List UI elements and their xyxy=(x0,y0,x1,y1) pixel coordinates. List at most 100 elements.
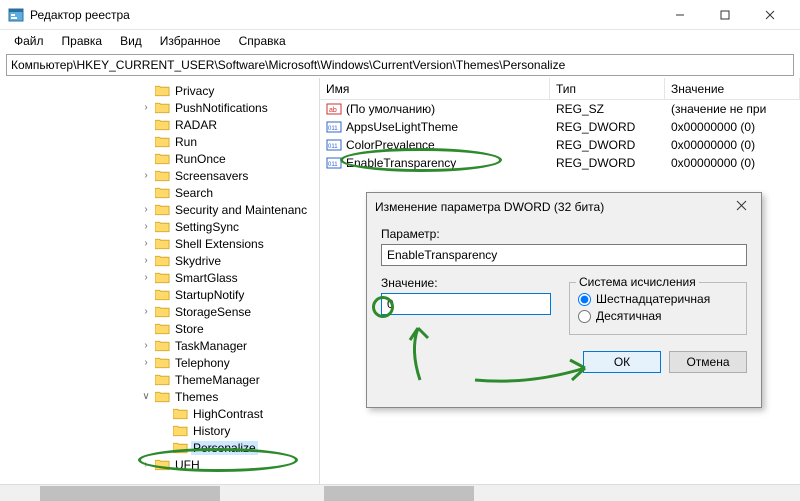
tree-item[interactable]: › Telephony xyxy=(0,354,319,371)
tree-label: Privacy xyxy=(173,84,216,98)
col-header-type[interactable]: Тип xyxy=(550,78,665,99)
tree-label: SmartGlass xyxy=(173,271,240,285)
list-row[interactable]: 011 AppsUseLightTheme REG_DWORD0x00000000 … xyxy=(320,118,800,136)
tree-item[interactable]: Personalize xyxy=(0,439,319,456)
row-name: (По умолчанию) xyxy=(346,102,435,116)
address-bar[interactable]: Компьютер\HKEY_CURRENT_USER\Software\Mic… xyxy=(6,54,794,76)
expander-icon[interactable]: › xyxy=(140,102,152,113)
tree-label: Screensavers xyxy=(173,169,250,183)
col-header-name[interactable]: Имя xyxy=(320,78,550,99)
tree-hscroll[interactable] xyxy=(0,484,320,501)
expander-icon[interactable]: › xyxy=(140,255,152,266)
row-value: 0x00000000 (0) xyxy=(665,120,800,134)
row-name: AppsUseLightTheme xyxy=(346,120,458,134)
expander-icon[interactable]: › xyxy=(140,238,152,249)
expander-icon[interactable]: › xyxy=(140,170,152,181)
tree-item[interactable]: › SmartGlass xyxy=(0,269,319,286)
tree-item[interactable]: › SettingSync xyxy=(0,218,319,235)
cancel-button[interactable]: Отмена xyxy=(669,351,747,373)
col-header-value[interactable]: Значение xyxy=(665,78,800,99)
tree-item[interactable]: ∨Themes xyxy=(0,388,319,405)
tree-label: Store xyxy=(173,322,206,336)
radix-dec-radio[interactable] xyxy=(578,310,591,323)
tree-item[interactable]: › PushNotifications xyxy=(0,99,319,116)
tree-item[interactable]: › Shell Extensions xyxy=(0,235,319,252)
value-input[interactable] xyxy=(381,293,551,315)
close-button[interactable] xyxy=(747,0,792,30)
list-row[interactable]: 011 ColorPrevalence REG_DWORD0x00000000 (0… xyxy=(320,136,800,154)
expander-icon[interactable]: › xyxy=(140,221,152,232)
tree-item[interactable]: RunOnce xyxy=(0,150,319,167)
row-name: EnableTransparency xyxy=(346,156,456,170)
radix-label: Система исчисления xyxy=(576,275,699,289)
svg-text:ab: ab xyxy=(329,107,337,114)
tree-item[interactable]: › UFH xyxy=(0,456,319,473)
radix-hex-row[interactable]: Шестнадцатеричная xyxy=(578,292,738,306)
tree-label: RunOnce xyxy=(173,152,228,166)
radix-dec-row[interactable]: Десятичная xyxy=(578,309,738,323)
ok-button[interactable]: ОК xyxy=(583,351,661,373)
menu-favorites[interactable]: Избранное xyxy=(152,32,229,50)
list-row[interactable]: 011EnableTransparencyREG_DWORD0x00000000… xyxy=(320,154,800,172)
tree-item[interactable]: Search xyxy=(0,184,319,201)
menu-view[interactable]: Вид xyxy=(112,32,150,50)
tree-item[interactable]: ›Security and Maintenanc xyxy=(0,201,319,218)
row-value: 0x00000000 (0) xyxy=(665,138,800,152)
row-type: REG_DWORD xyxy=(550,156,665,170)
expander-icon[interactable]: › xyxy=(140,204,152,215)
tree-label: PushNotifications xyxy=(173,101,270,115)
tree-item[interactable]: › Screensavers xyxy=(0,167,319,184)
radix-dec-label: Десятичная xyxy=(596,309,662,323)
tree-label: SettingSync xyxy=(173,220,241,234)
tree-item[interactable]: Run xyxy=(0,133,319,150)
tree-label: Skydrive xyxy=(173,254,223,268)
svg-text:011: 011 xyxy=(328,126,338,132)
row-type: REG_DWORD xyxy=(550,120,665,134)
tree-label: History xyxy=(191,424,232,438)
tree-pane[interactable]: Privacy › PushNotificationsRADARRun RunOnce… xyxy=(0,78,320,501)
list-row[interactable]: ab(По умолчанию)REG_SZ(значение не при xyxy=(320,100,800,118)
hscroll-thumb[interactable] xyxy=(324,486,474,501)
tree-label: UFH xyxy=(173,458,202,472)
expander-icon[interactable]: › xyxy=(140,459,152,470)
dialog-close-button[interactable] xyxy=(729,200,753,214)
tree-item[interactable]: RADAR xyxy=(0,116,319,133)
expander-icon[interactable]: ∨ xyxy=(140,391,152,402)
menu-edit[interactable]: Правка xyxy=(54,32,111,50)
tree-item[interactable]: Store xyxy=(0,320,319,337)
radix-hex-radio[interactable] xyxy=(578,293,591,306)
tree-label: Search xyxy=(173,186,215,200)
tree-label: HighContrast xyxy=(191,407,265,421)
tree-item[interactable]: StartupNotify xyxy=(0,286,319,303)
menu-help[interactable]: Справка xyxy=(231,32,294,50)
list-hscroll[interactable] xyxy=(320,484,800,501)
hscroll-thumb[interactable] xyxy=(40,486,220,501)
minimize-button[interactable] xyxy=(657,0,702,30)
tree-label: ThemeManager xyxy=(173,373,262,387)
tree-item[interactable]: ›StorageSense xyxy=(0,303,319,320)
maximize-button[interactable] xyxy=(702,0,747,30)
expander-icon[interactable]: › xyxy=(140,306,152,317)
param-label: Параметр: xyxy=(381,227,747,241)
menu-file[interactable]: Файл xyxy=(6,32,52,50)
tree-item[interactable]: History xyxy=(0,422,319,439)
tree-item[interactable]: HighContrast xyxy=(0,405,319,422)
tree-item[interactable]: Privacy xyxy=(0,82,319,99)
row-type: REG_DWORD xyxy=(550,138,665,152)
edit-dword-dialog: Изменение параметра DWORD (32 бита) Пара… xyxy=(366,192,762,408)
param-input[interactable] xyxy=(381,244,747,266)
tree-item[interactable]: › TaskManager xyxy=(0,337,319,354)
tree-item[interactable]: › Skydrive xyxy=(0,252,319,269)
radix-groupbox: Система исчисления Шестнадцатеричная Дес… xyxy=(569,282,747,335)
expander-icon[interactable]: › xyxy=(140,272,152,283)
tree-label: Shell Extensions xyxy=(173,237,266,251)
tree-label: TaskManager xyxy=(173,339,249,353)
tree-label: Telephony xyxy=(173,356,232,370)
svg-text:011: 011 xyxy=(328,144,338,150)
row-name: ColorPrevalence xyxy=(346,138,435,152)
expander-icon[interactable]: › xyxy=(140,357,152,368)
value-label: Значение: xyxy=(381,276,551,290)
expander-icon[interactable]: › xyxy=(140,340,152,351)
row-value: (значение не при xyxy=(665,102,800,116)
tree-item[interactable]: ThemeManager xyxy=(0,371,319,388)
